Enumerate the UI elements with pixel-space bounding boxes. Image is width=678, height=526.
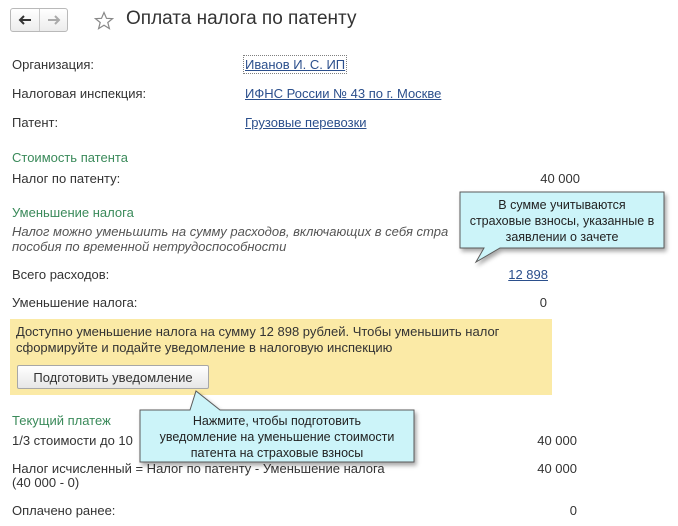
tooltip-top-line2: страховые взносы, указанные в — [469, 214, 655, 228]
tooltip-top-line3: заявлении о зачете — [505, 230, 619, 244]
expenses-label: Всего расходов: — [12, 267, 110, 282]
reduction-note-line1: Налог можно уменьшить на сумму расходов,… — [12, 224, 449, 239]
calculated-tax-label: Налог исчисленный = Налог по патенту - У… — [12, 461, 385, 476]
organization-link[interactable]: Иванов И. С. ИП — [242, 55, 348, 74]
reduction-note-line2: пособия по временной нетрудоспособности — [12, 239, 287, 254]
page-title: Оплата налога по патенту — [126, 8, 357, 29]
reduction-notice-text: Доступно уменьшение налога на сумму 12 8… — [16, 324, 500, 355]
tooltip-bottom-line2: уведомление на уменьшение стоимости — [159, 430, 395, 444]
back-button[interactable] — [11, 9, 39, 31]
third-cost-value: 40 000 — [537, 433, 577, 448]
cost-section-title: Стоимость патента — [12, 150, 128, 165]
tooltip-bottom-line3: патента на страховые взносы — [190, 446, 364, 460]
current-payment-title: Текущий платеж — [12, 413, 111, 428]
patent-link[interactable]: Грузовые перевозки — [245, 115, 367, 130]
navigation-buttons — [10, 8, 68, 32]
forward-button[interactable] — [39, 9, 67, 31]
reduction-notice-panel: Доступно уменьшение налога на сумму 12 8… — [10, 319, 552, 395]
tooltip-bottom-line1: Нажмите, чтобы подготовить — [192, 414, 362, 428]
reduction-value: 0 — [539, 295, 547, 310]
tooltip-top-line1: В сумме учитываются — [498, 198, 626, 212]
reduction-label: Уменьшение налога: — [12, 295, 138, 310]
tax-value: 40 000 — [540, 171, 580, 186]
tooltip-top-text: В сумме учитываются страховые взносы, ук… — [460, 197, 664, 245]
reduction-section-title: Уменьшение налога — [12, 205, 134, 220]
star-icon[interactable] — [94, 11, 114, 31]
expenses-link[interactable]: 12 898 — [508, 267, 548, 282]
paid-earlier-label: Оплачено ранее: — [12, 503, 116, 518]
inspection-label: Налоговая инспекция: — [12, 86, 147, 101]
inspection-link[interactable]: ИФНС России № 43 по г. Москве — [245, 86, 441, 101]
organization-label: Организация: — [12, 57, 95, 72]
tooltip-bubble-bottom — [139, 390, 415, 463]
calculated-tax-formula: (40 000 - 0) — [12, 475, 80, 490]
tooltip-bottom-text: Нажмите, чтобы подготовить уведомление н… — [140, 413, 414, 461]
tax-label: Налог по патенту: — [12, 171, 121, 186]
patent-label: Патент: — [12, 115, 59, 130]
third-cost-label: 1/3 стоимости до 10 — [12, 433, 133, 448]
paid-earlier-value: 0 — [569, 503, 577, 518]
arrow-left-icon — [18, 15, 31, 25]
prepare-notification-button[interactable]: Подготовить уведомление — [17, 365, 209, 389]
arrow-right-icon — [47, 15, 60, 25]
toolbar — [10, 8, 114, 32]
tooltip-bubble-top — [459, 191, 665, 264]
calculated-tax-value: 40 000 — [537, 461, 577, 476]
